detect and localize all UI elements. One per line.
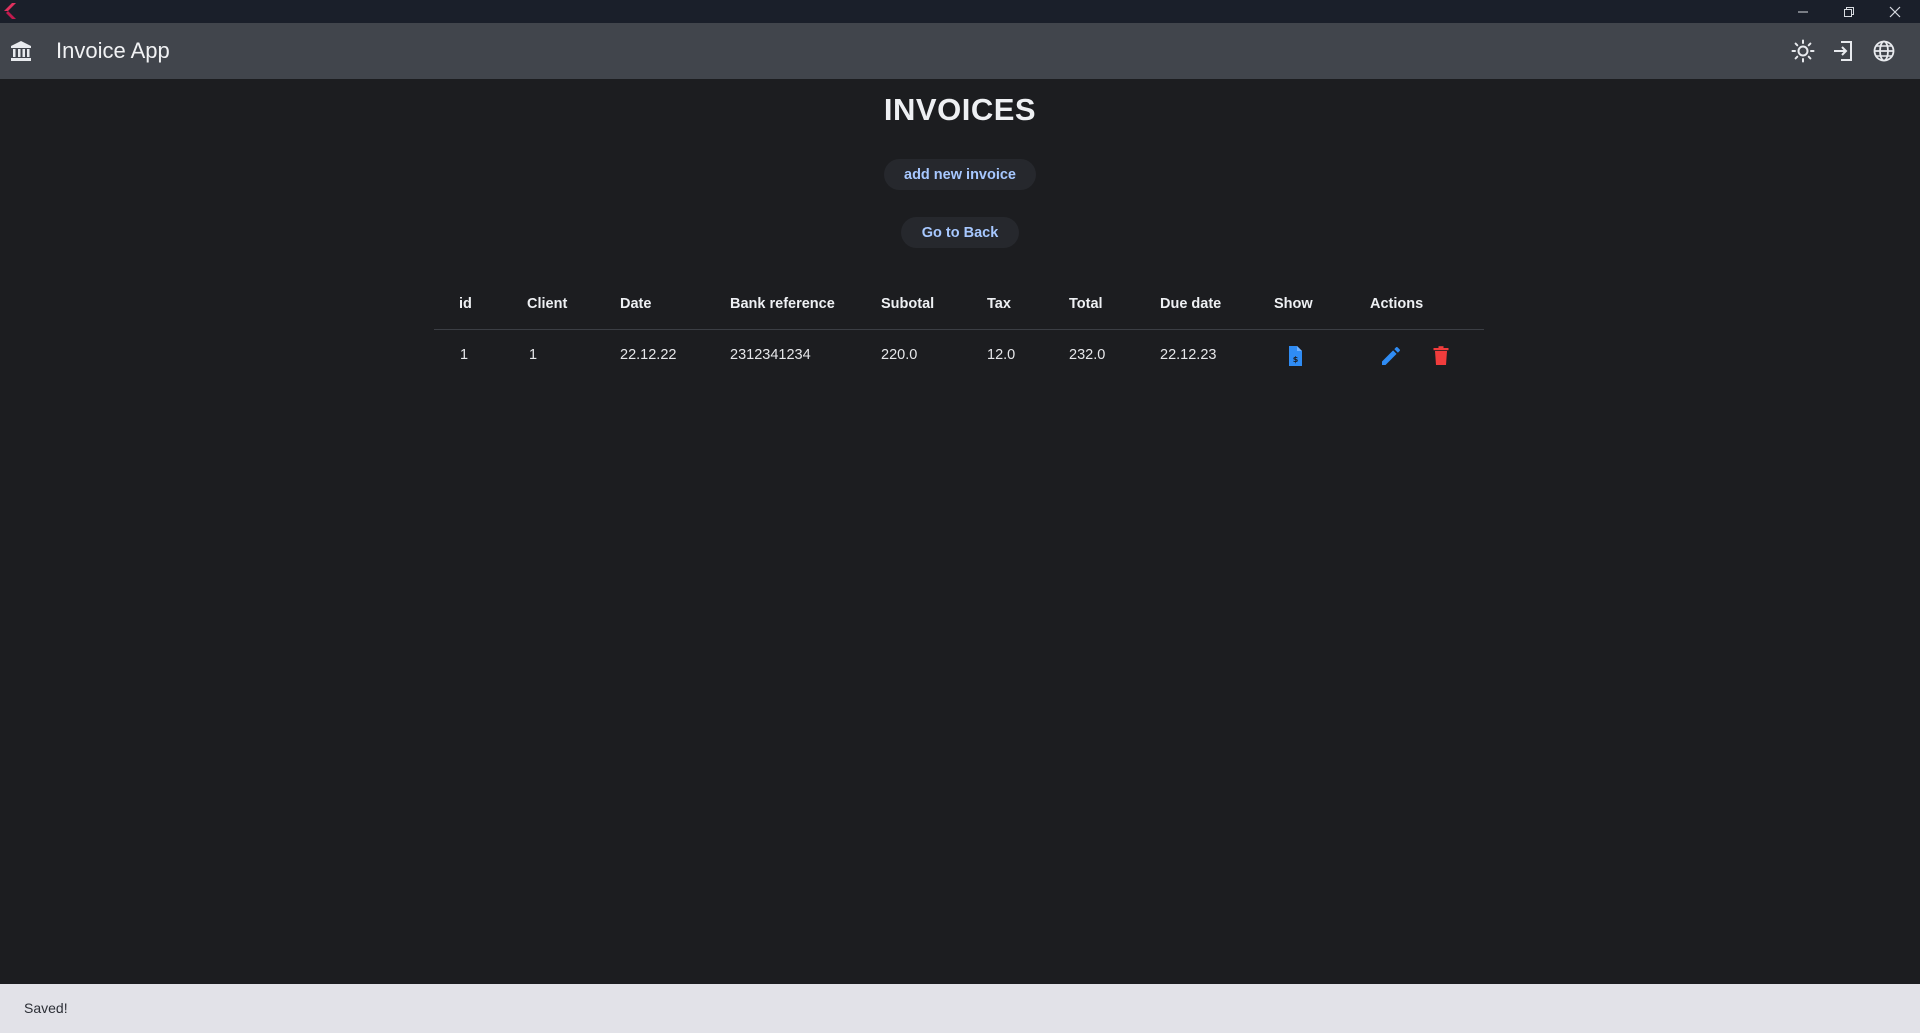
globe-icon[interactable] [1872,39,1896,63]
cell-date: 22.12.22 [620,347,677,363]
close-icon [1889,6,1901,17]
sun-icon[interactable] [1791,39,1815,63]
column-header-client: Client [527,296,568,312]
cell-bank-reference: 2312341234 [730,347,811,363]
add-invoice-button[interactable]: add new invoice [884,159,1036,190]
cell-subtotal: 220.0 [881,347,918,363]
column-header-bank-reference: Bank reference [730,296,835,312]
window-close-button[interactable] [1872,0,1918,23]
edit-pencil-icon[interactable] [1379,344,1403,368]
cell-total: 232.0 [1069,347,1106,363]
logout-icon[interactable] [1831,39,1855,63]
flutter-logo-icon [4,3,16,19]
column-header-show: Show [1274,296,1313,312]
cell-id: 1 [460,347,469,363]
snackbar: Saved! [0,984,1920,1033]
column-header-tax: Tax [987,296,1011,312]
restore-icon [1844,6,1854,17]
column-header-subtotal: Subotal [881,296,935,312]
column-header-total: Total [1069,296,1103,312]
cell-client: 1 [529,347,538,363]
table-row: 1 1 22.12.22 2312341234 220.0 12.0 232.0… [434,330,1484,382]
bank-icon[interactable] [9,39,33,63]
delete-trash-icon[interactable] [1429,344,1453,368]
column-header-due-date: Due date [1160,296,1222,312]
table-header: id Client Date Bank reference Subotal Ta… [434,282,1484,330]
app-bar: Invoice App [0,23,1920,79]
column-header-actions: Actions [1370,296,1424,312]
svg-text:$: $ [1293,355,1299,364]
window-restore-button[interactable] [1826,0,1872,23]
invoices-table: id Client Date Bank reference Subotal Ta… [434,282,1484,382]
column-header-date: Date [620,296,652,312]
window-titlebar [0,0,1920,23]
minimize-icon [1798,11,1808,12]
column-header-id: id [459,296,472,312]
go-back-button[interactable]: Go to Back [901,217,1019,248]
app-title: Invoice App [56,38,170,63]
cell-tax: 12.0 [987,347,1016,363]
invoice-document-icon[interactable]: $ [1283,344,1307,368]
cell-due-date: 22.12.23 [1160,347,1217,363]
window-minimize-button[interactable] [1780,0,1826,23]
page-title: INVOICES [883,92,1037,127]
snackbar-message: Saved! [24,1000,68,1016]
